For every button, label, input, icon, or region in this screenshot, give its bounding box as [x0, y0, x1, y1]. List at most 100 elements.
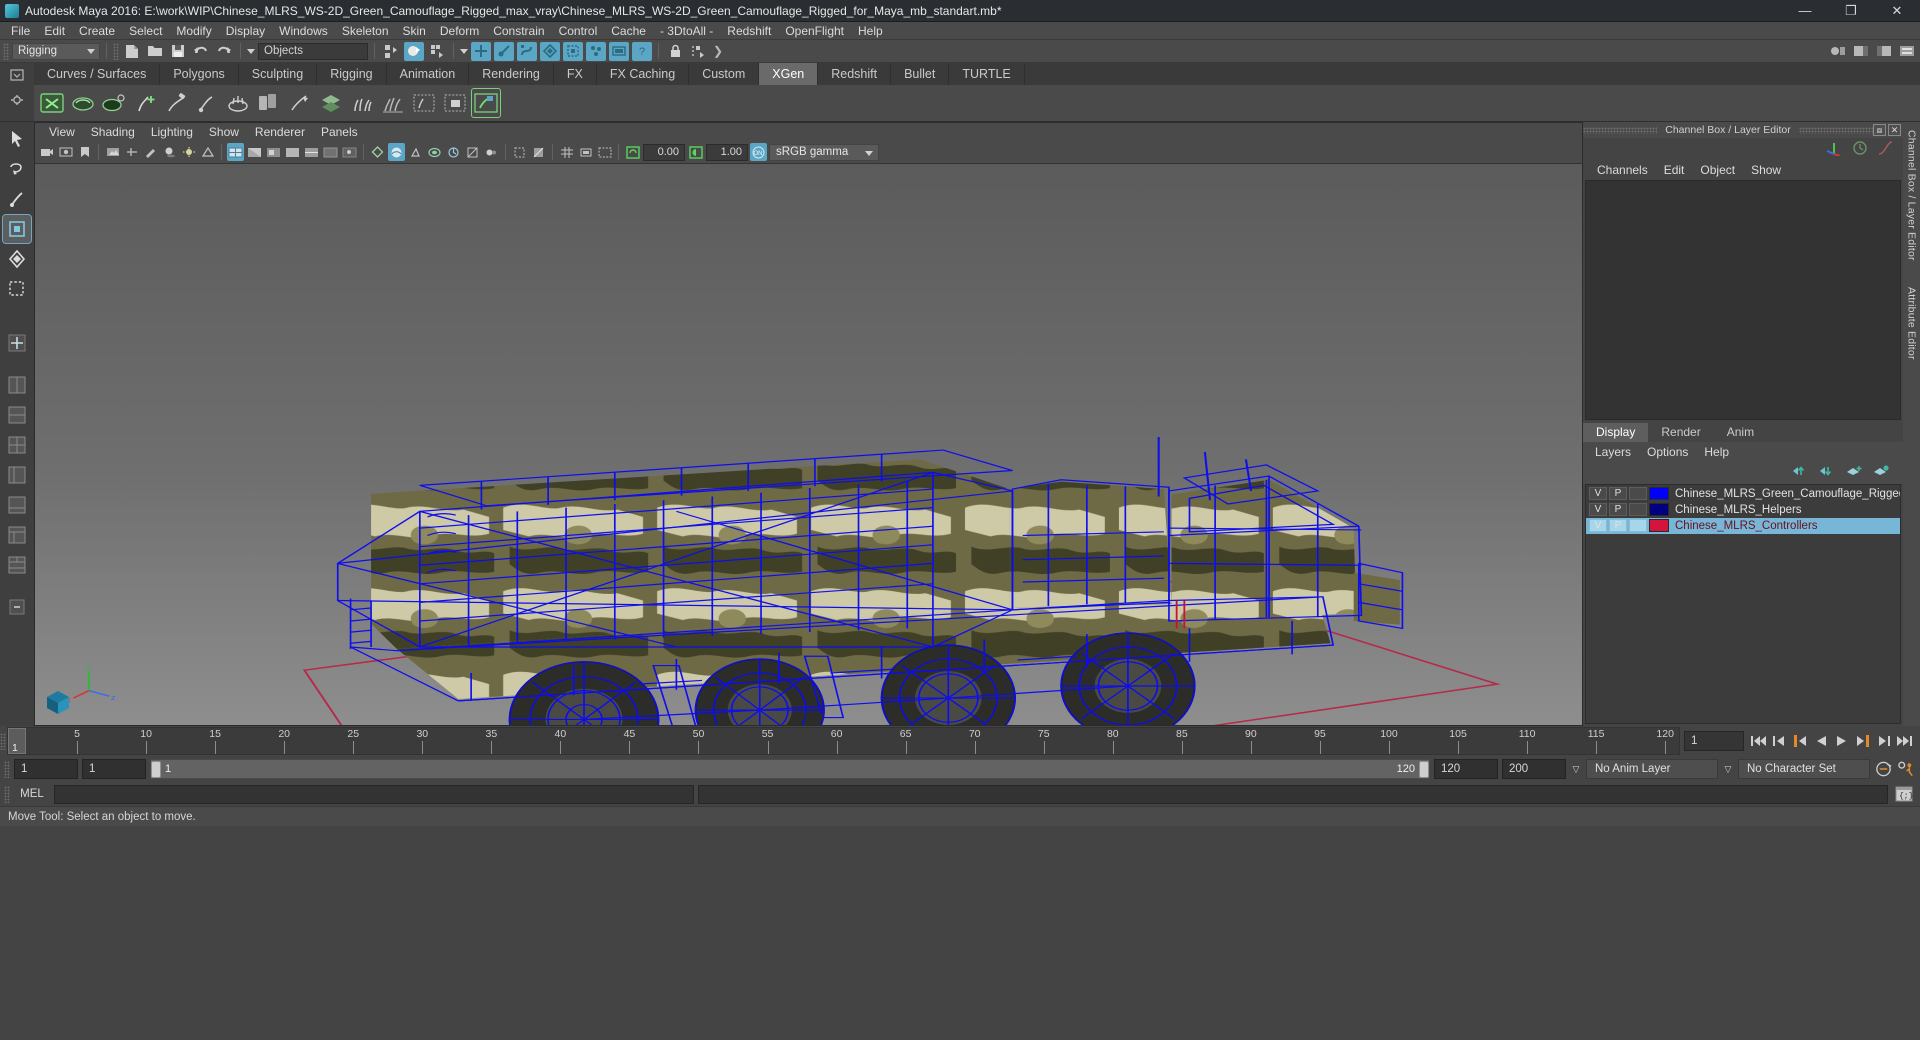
- show-hide-editors-icon[interactable]: [1828, 42, 1848, 61]
- viewport-menu-shading[interactable]: Shading: [83, 125, 143, 139]
- shelf-tab-animation[interactable]: Animation: [387, 63, 470, 85]
- shadow-icon[interactable]: [161, 143, 178, 161]
- maximize-button[interactable]: ❐: [1828, 0, 1874, 22]
- menu-3dtoall[interactable]: - 3DtoAll -: [653, 22, 720, 40]
- animation-end-field[interactable]: 200: [1502, 759, 1566, 779]
- xgen-archive-icon[interactable]: [410, 89, 438, 117]
- layer-tab-anim[interactable]: Anim: [1714, 423, 1767, 442]
- layer-shading-toggle[interactable]: [1629, 503, 1647, 516]
- animation-start-field[interactable]: 1: [14, 759, 78, 779]
- scale-tool[interactable]: [3, 275, 31, 303]
- xgen-fur-icon[interactable]: [379, 89, 407, 117]
- shelf-tab-fx[interactable]: FX: [554, 63, 597, 85]
- toggle-isolate-icon[interactable]: [530, 143, 547, 161]
- script-editor-icon[interactable]: {;}: [1892, 784, 1916, 804]
- wireframe-shading-icon[interactable]: [227, 143, 244, 161]
- play-backwards-button[interactable]: [1811, 731, 1830, 751]
- show-hide-attribute-editor-icon[interactable]: [1851, 42, 1871, 61]
- layer-row[interactable]: V P Chinese_MLRS_Green_Camouflage_Rigged: [1586, 486, 1900, 502]
- layer-playback-toggle[interactable]: P: [1609, 519, 1627, 532]
- layer-shading-toggle[interactable]: [1629, 487, 1647, 500]
- screen-space-ao-icon[interactable]: [426, 143, 443, 161]
- shelf-tab-rigging[interactable]: Rigging: [317, 63, 387, 85]
- viewport-menu-lighting[interactable]: Lighting: [143, 125, 201, 139]
- menu-control[interactable]: Control: [552, 22, 605, 40]
- mask-chevron-icon[interactable]: [460, 48, 468, 54]
- smooth-shade-all-icon[interactable]: [246, 143, 263, 161]
- layer-visibility-toggle[interactable]: V: [1589, 503, 1607, 516]
- curve-icon[interactable]: [1877, 140, 1893, 159]
- anim-layer-select[interactable]: No Anim Layer: [1586, 759, 1718, 779]
- menu-redshift[interactable]: Redshift: [720, 22, 778, 40]
- play-forwards-button[interactable]: [1832, 731, 1851, 751]
- xgen-window-icon[interactable]: [38, 89, 66, 117]
- channelbox-menu-object[interactable]: Object: [1692, 163, 1743, 177]
- current-time-indicator[interactable]: 1: [8, 728, 26, 754]
- layer-playback-toggle[interactable]: P: [1609, 487, 1627, 500]
- two-sided-lighting-icon[interactable]: [199, 143, 216, 161]
- image-plane-icon[interactable]: [104, 143, 121, 161]
- layer-name[interactable]: Chinese_MLRS_Green_Camouflage_Rigged: [1675, 488, 1900, 500]
- menu-constrain[interactable]: Constrain: [486, 22, 551, 40]
- camera-attributes-icon[interactable]: [57, 143, 74, 161]
- channelbox-menu-edit[interactable]: Edit: [1656, 163, 1693, 177]
- layer-name[interactable]: Chinese_MLRS_Helpers: [1675, 504, 1802, 516]
- step-forward-frame-button[interactable]: [1853, 731, 1872, 751]
- viewport-menu-panels[interactable]: Panels: [313, 125, 366, 139]
- channelbox-menu-channels[interactable]: Channels: [1589, 163, 1656, 177]
- single-pane-layout[interactable]: [3, 371, 31, 399]
- mask-rendering-button[interactable]: [609, 41, 629, 61]
- undo-button[interactable]: [191, 42, 211, 61]
- motion-blur-icon[interactable]: [445, 143, 462, 161]
- xgen-density-icon[interactable]: [224, 89, 252, 117]
- grid-toggle-icon[interactable]: [558, 143, 575, 161]
- viewport-menu-renderer[interactable]: Renderer: [247, 125, 313, 139]
- menu-skin[interactable]: Skin: [396, 22, 433, 40]
- mask-misc-button[interactable]: ?: [632, 41, 652, 61]
- gamma-reset-icon[interactable]: [687, 143, 704, 161]
- layer-color-swatch[interactable]: [1649, 503, 1669, 516]
- 3d-viewport[interactable]: y z x persp: [35, 164, 1582, 725]
- menu-create[interactable]: Create: [72, 22, 122, 40]
- command-input[interactable]: [54, 784, 694, 804]
- color-management-toggle-icon[interactable]: ON: [750, 143, 767, 161]
- gamma-value[interactable]: 1.00: [706, 143, 748, 161]
- move-layer-down-icon[interactable]: [1819, 465, 1835, 480]
- shelf-tab-polygons[interactable]: Polygons: [160, 63, 239, 85]
- highlight-selection-icon[interactable]: [688, 42, 708, 61]
- save-scene-button[interactable]: [168, 42, 188, 61]
- multisample-aa-icon[interactable]: [464, 143, 481, 161]
- menu-skeleton[interactable]: Skeleton: [335, 22, 396, 40]
- xgen-grass-icon[interactable]: [348, 89, 376, 117]
- vertical-tab-channel-box[interactable]: Channel Box / Layer Editor: [1906, 130, 1918, 261]
- range-slider[interactable]: 1 120: [150, 759, 1430, 779]
- move-layer-up-icon[interactable]: [1792, 465, 1808, 480]
- menu-openflight[interactable]: OpenFlight: [778, 22, 851, 40]
- shelf-tab-menu-icon[interactable]: [6, 67, 28, 83]
- step-back-frame-button[interactable]: [1790, 731, 1809, 751]
- layer-color-swatch[interactable]: [1649, 519, 1669, 532]
- panel-close-icon[interactable]: ✕: [1888, 124, 1901, 136]
- selection-mask-field[interactable]: Objects: [258, 42, 368, 60]
- depth-of-field-icon[interactable]: [483, 143, 500, 161]
- lock-selection-icon[interactable]: [665, 42, 685, 61]
- two-pane-layout[interactable]: [3, 401, 31, 429]
- step-forward-key-button[interactable]: [1874, 731, 1893, 751]
- minimize-button[interactable]: —: [1782, 0, 1828, 22]
- shelf-tab-curves-surfaces[interactable]: Curves / Surfaces: [34, 63, 161, 85]
- layer-row[interactable]: V P Chinese_MLRS_Controllers: [1586, 517, 1900, 534]
- channel-box-body[interactable]: [1585, 180, 1901, 420]
- xgen-description-icon[interactable]: [69, 89, 97, 117]
- redo-button[interactable]: [214, 42, 234, 61]
- four-pane-layout[interactable]: [3, 431, 31, 459]
- xray-joints-icon[interactable]: [341, 143, 358, 161]
- shelf-tab-bullet[interactable]: Bullet: [891, 63, 950, 85]
- playback-end-field[interactable]: 120: [1434, 759, 1498, 779]
- menu-windows[interactable]: Windows: [272, 22, 335, 40]
- range-grip[interactable]: [4, 760, 10, 778]
- quick-layout-more[interactable]: [3, 593, 31, 621]
- xgen-export-icon[interactable]: [441, 89, 469, 117]
- shelf-tab-rendering[interactable]: Rendering: [469, 63, 554, 85]
- mask-joints-button[interactable]: [494, 41, 514, 61]
- menu-edit[interactable]: Edit: [37, 22, 72, 40]
